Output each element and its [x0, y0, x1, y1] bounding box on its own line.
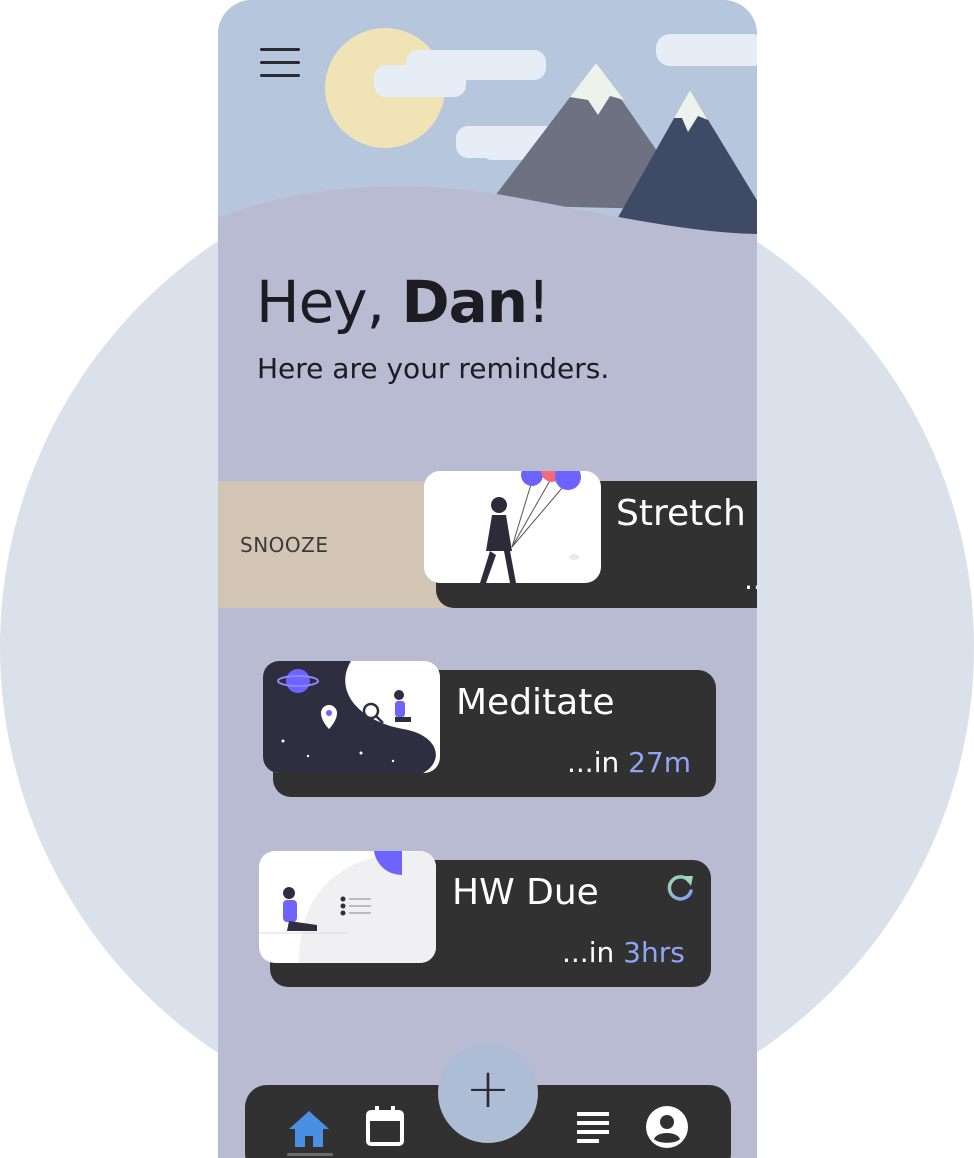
list-icon[interactable] — [575, 1109, 611, 1145]
recurring-icon — [667, 875, 693, 901]
mountain-header-illustration — [218, 0, 757, 250]
calendar-icon[interactable] — [365, 1105, 405, 1147]
reminder-time: ...in 3hrs — [562, 936, 685, 969]
reminder-image-hw-due — [259, 851, 436, 963]
greeting-title: Hey, Dan! — [256, 268, 550, 336]
plus-icon: + — [465, 1057, 511, 1120]
home-active-indicator — [287, 1153, 333, 1156]
reminder-time: .. — [744, 563, 757, 596]
space-illustration — [263, 661, 436, 773]
snooze-label: SNOOZE — [240, 533, 329, 557]
reminder-title: HW Due — [452, 872, 599, 913]
balloon-illustration — [480, 471, 581, 583]
page-subtitle: Here are your reminders. — [257, 352, 610, 385]
home-icon[interactable] — [287, 1109, 331, 1149]
user-name: Dan — [401, 268, 529, 336]
add-reminder-button[interactable]: + — [438, 1043, 538, 1143]
reminder-title: Meditate — [456, 682, 615, 723]
reminder-image-meditate — [263, 661, 440, 773]
reminder-time: ...in 27m — [567, 746, 692, 779]
profile-icon[interactable] — [645, 1105, 689, 1149]
phone-screen: Hey, Dan! Here are your reminders. SNOOZ… — [218, 0, 757, 1158]
hamburger-menu-icon[interactable] — [258, 44, 304, 80]
reminder-title: Stretch — [616, 493, 746, 534]
homework-illustration — [259, 851, 436, 963]
reminder-image-stretch — [424, 471, 601, 583]
